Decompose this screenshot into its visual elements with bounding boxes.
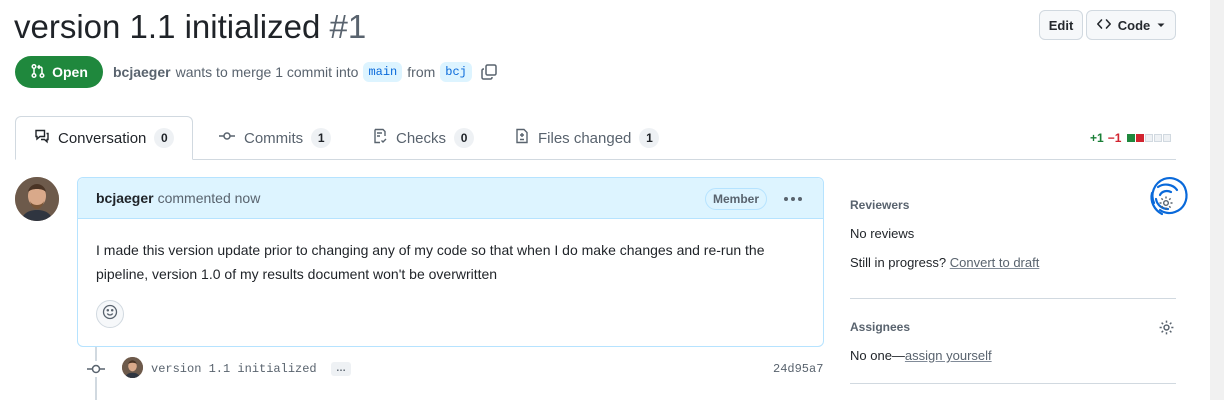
code-button[interactable]: Code [1086, 10, 1176, 40]
diffstat-block-neutral [1145, 134, 1154, 142]
base-branch[interactable]: main [363, 62, 403, 82]
avatar[interactable] [15, 177, 59, 221]
tab-checks[interactable]: Checks 0 [372, 116, 475, 160]
head-branch[interactable]: bcj [440, 62, 472, 82]
convert-to-draft-link[interactable]: Convert to draft [950, 255, 1040, 270]
scrollbar[interactable] [1210, 0, 1224, 400]
status-label: Open [52, 64, 88, 80]
comment-discussion-icon [34, 128, 50, 148]
assignees-heading[interactable]: Assignees [850, 320, 910, 334]
comment-author-link[interactable]: bcjaeger [96, 190, 154, 206]
git-commit-icon [86, 361, 106, 377]
copilot-review-gear-icon[interactable] [1144, 173, 1192, 223]
page-title: version 1.1 initialized #1 [14, 6, 366, 48]
tab-counter: 0 [454, 128, 475, 148]
draft-prompt: Still in progress? Convert to draft [850, 255, 1039, 270]
add-reaction-button[interactable] [96, 300, 124, 328]
gear-icon[interactable] [1158, 319, 1175, 341]
tab-label: Commits [244, 129, 304, 147]
kebab-horizontal-icon[interactable] [780, 188, 806, 210]
diffstat-block-neutral [1154, 134, 1163, 142]
tab-label: Files changed [538, 129, 632, 147]
tab-counter: 1 [639, 128, 660, 148]
pr-meta: bcjaeger wants to merge 1 commit into ma… [113, 60, 498, 84]
diffstat-block-deleted [1136, 134, 1145, 142]
comment-card: bcjaeger commented now Member I made thi… [77, 177, 824, 347]
checklist-icon [372, 128, 388, 148]
sidebar-divider [850, 298, 1176, 299]
comment-header: bcjaeger commented now Member [78, 178, 823, 219]
diffstat-deletions: −1 [1107, 131, 1122, 145]
progress-text: Still in progress? [850, 255, 947, 270]
code-icon [1096, 16, 1112, 35]
diffstat-block-added [1127, 134, 1136, 142]
from-text: from [407, 64, 436, 80]
member-badge: Member [705, 188, 768, 210]
reviewers-heading[interactable]: Reviewers [850, 198, 909, 212]
code-button-label: Code [1117, 17, 1151, 33]
assignees-value: No one—assign yourself [850, 348, 992, 363]
commit-expand-button[interactable]: … [331, 362, 351, 376]
file-diff-icon [514, 128, 530, 148]
reviewers-value: No reviews [850, 226, 915, 241]
commit-message-link[interactable]: version 1.1 initialized [151, 362, 317, 376]
diffstat-additions: +1 [1090, 131, 1104, 145]
sidebar-divider [850, 383, 1176, 384]
status-badge: Open [15, 56, 103, 88]
git-commit-icon [218, 128, 236, 148]
tab-conversation[interactable]: Conversation 0 [15, 116, 194, 160]
pr-author-link[interactable]: bcjaeger [113, 64, 171, 80]
tab-label: Conversation [58, 129, 147, 147]
diffstat[interactable]: +1 −1 [1090, 131, 1172, 145]
merge-text: wants to merge 1 commit into [175, 64, 359, 80]
edit-button[interactable]: Edit [1039, 10, 1083, 40]
commit-avatar[interactable] [122, 357, 143, 378]
diffstat-blocks [1127, 134, 1172, 142]
smiley-icon [102, 304, 118, 325]
commit-sha-link[interactable]: 24d95a7 [773, 362, 823, 376]
tab-commits[interactable]: Commits 1 [218, 116, 332, 160]
pr-number: #1 [329, 8, 367, 45]
pr-title-text: version 1.1 initialized [14, 8, 321, 45]
diffstat-block-neutral [1163, 134, 1172, 142]
tab-files-changed[interactable]: Files changed 1 [514, 116, 660, 160]
comment-body: I made this version update prior to chan… [96, 242, 765, 282]
tab-counter: 0 [154, 128, 175, 148]
assignees-prefix: No one— [850, 348, 905, 363]
copy-icon[interactable] [480, 63, 498, 81]
git-pull-request-icon [30, 63, 46, 82]
edit-button-label: Edit [1048, 17, 1074, 33]
triangle-down-icon [1156, 18, 1166, 33]
tab-counter: 1 [311, 128, 332, 148]
assign-yourself-link[interactable]: assign yourself [905, 348, 992, 363]
comment-timestamp[interactable]: commented now [158, 190, 261, 206]
tab-label: Checks [396, 129, 447, 147]
